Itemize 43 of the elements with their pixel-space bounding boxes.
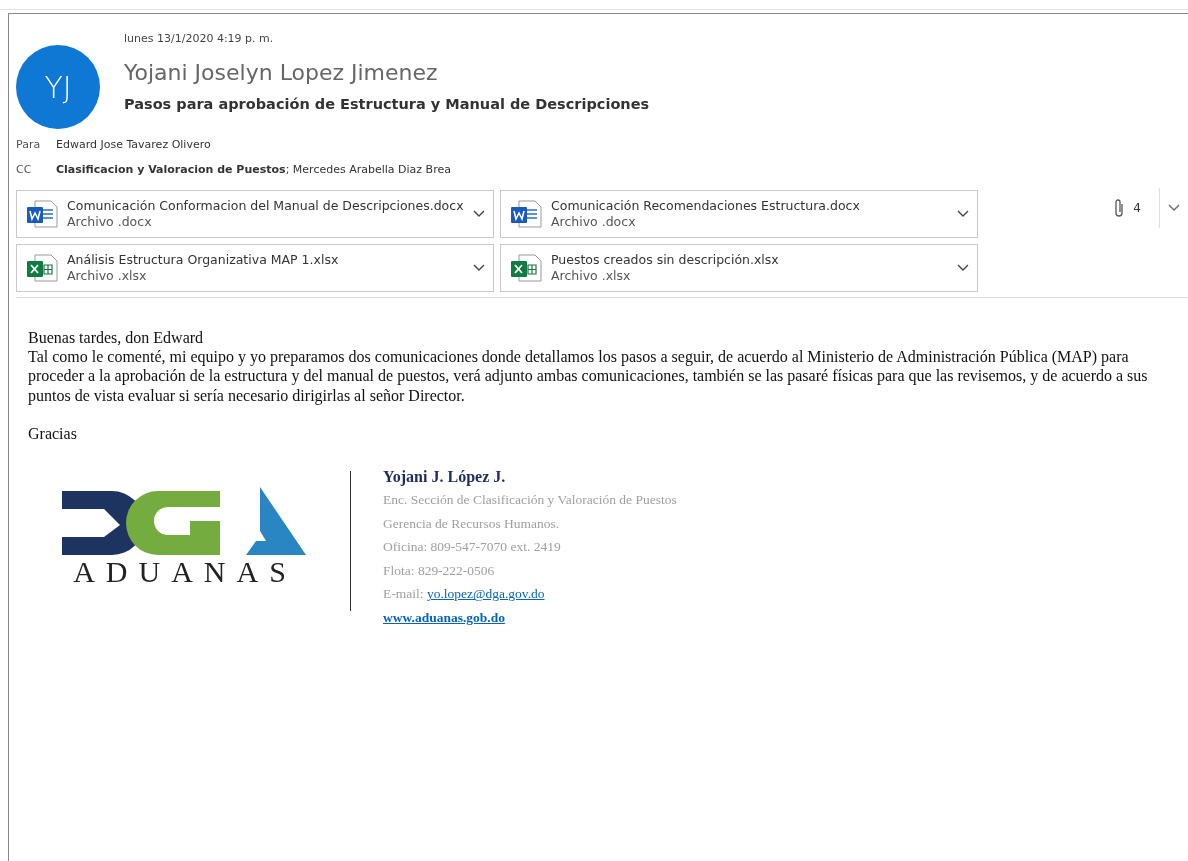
- sender-name: Yojani Joselyn Lopez Jimenez: [124, 59, 439, 86]
- email-link[interactable]: yo.lopez@dga.gov.do: [426, 586, 545, 602]
- file-type: Archivo .xlsx: [67, 268, 148, 285]
- recipient-label: Para: [16, 137, 42, 153]
- logo-wordmark: ADUANAS: [73, 556, 297, 587]
- chevron-down-icon[interactable]: [957, 264, 969, 272]
- attachment-count: 4: [1133, 200, 1141, 217]
- signature-line: Gerencia de Recursos Humanos.: [383, 514, 561, 533]
- chevron-down-icon[interactable]: [473, 264, 485, 272]
- file-type: Archivo .docx: [67, 214, 153, 231]
- website-link[interactable]: www.aduanas.gob.do: [383, 609, 505, 625]
- signature-line: Oficina: 809-547-7070 ext. 2419: [383, 538, 562, 557]
- body-paragraph: Tal como le comenté, mi equipo y yo preparamos dos comunicaciones donde detallamos los pasos a seguir, de acuerdo al Ministerio de Administración Pública (MAP) para proceder a la aprobación de la estructura y del manual de puestos, verá adjunto ambas comunicaciones, también se las pasaré físicas para que las revisemos, y de acuerdo a sus puntos de vista evaluar si sería necesario dirigirlas al señor Director.: [28, 347, 1149, 405]
- paperclip-icon: [1113, 198, 1126, 218]
- recipient-list: Clasificacion y Valoracion de Puestos; Mercedes Arabella Diaz Brea: [56, 161, 451, 178]
- subject-line: Pasos para aprobación de Estructura y Manual de Descripciones: [124, 94, 650, 114]
- avatar: YJ: [16, 45, 100, 129]
- attachment-card[interactable]: Análisis Estructura Organizativa MAP 1.xlsx Archivo .xlsx: [16, 244, 494, 292]
- greeting-text: Buenas tardes, don Edward: [28, 328, 205, 348]
- closing-text: Gracias: [28, 423, 78, 443]
- chevron-down-icon[interactable]: [1168, 204, 1180, 212]
- file-name: Puestos creados sin descripción.xlsx: [551, 251, 780, 268]
- word-file-icon: [509, 199, 543, 229]
- signature-line: Enc. Sección de Clasificación y Valoración de Puestos: [383, 491, 677, 510]
- email-label: E-mail:: [383, 586, 424, 602]
- attachment-card[interactable]: Comunicación Conformacion del Manual de Descripciones.docx Archivo .docx: [16, 190, 494, 238]
- chevron-down-icon[interactable]: [957, 210, 969, 218]
- recipient-label: CC: [16, 161, 33, 178]
- file-name: Comunicación Recomendaciones Estructura.docx: [551, 197, 861, 214]
- recipient-list: Edward Jose Tavarez Olivero: [56, 137, 211, 154]
- signature-name: Yojani J. López J.: [383, 466, 507, 488]
- chevron-down-icon[interactable]: [473, 210, 485, 218]
- word-file-icon: [25, 199, 59, 229]
- file-type: Archivo .xlsx: [551, 268, 632, 285]
- attachment-card[interactable]: Comunicación Recomendaciones Estructura.docx Archivo .docx: [500, 190, 978, 238]
- sent-date: lunes 13/1/2020 4:19 p. m.: [124, 31, 275, 47]
- spreadsheet-file-icon: [25, 253, 59, 283]
- file-type: Archivo .docx: [551, 214, 637, 231]
- attachment-card[interactable]: Puestos creados sin descripción.xlsx Archivo .xlsx: [500, 244, 978, 292]
- signature-line: Flota: 829-222-0506: [383, 561, 496, 580]
- file-name: Análisis Estructura Organizativa MAP 1.xlsx: [67, 251, 340, 268]
- file-name: Comunicación Conformacion del Manual de Descripciones.docx: [67, 197, 465, 214]
- spreadsheet-file-icon: [509, 253, 543, 283]
